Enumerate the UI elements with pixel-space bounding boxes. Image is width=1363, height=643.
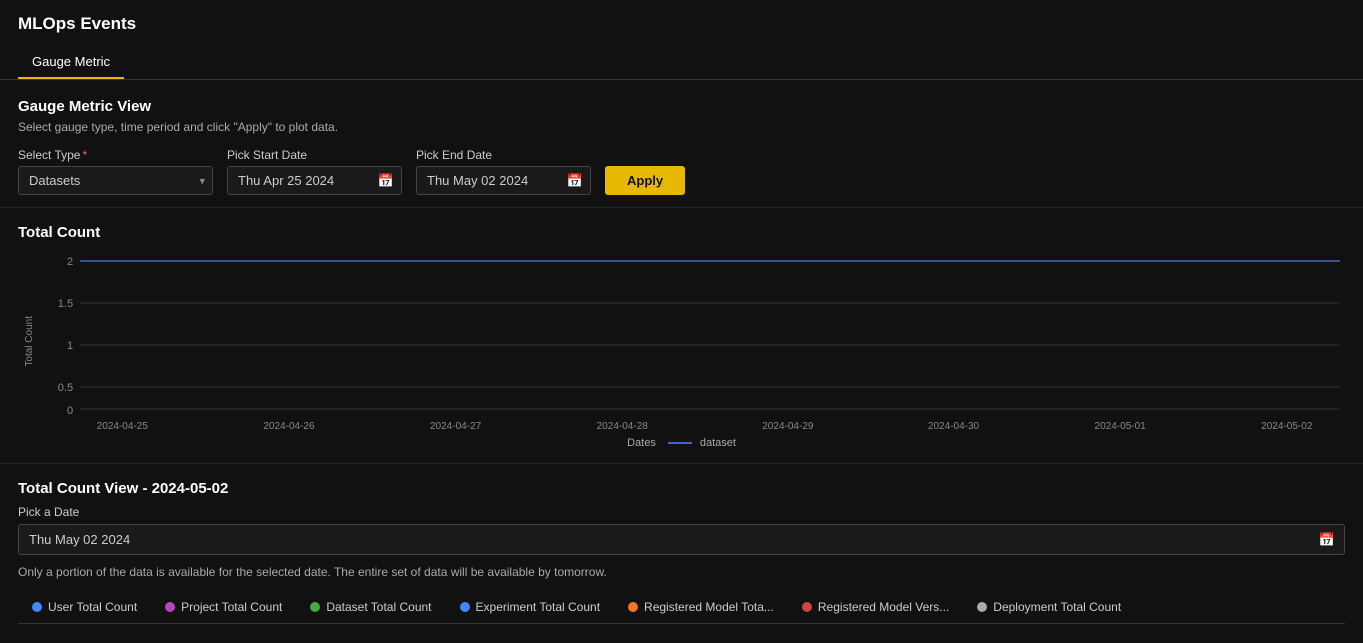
chart-legend: Dates dataset (18, 437, 1345, 449)
metric-tab-0[interactable]: User Total Count (18, 593, 151, 623)
svg-text:2024-04-29: 2024-04-29 (762, 421, 814, 431)
svg-text:0: 0 (67, 405, 73, 417)
metric-tab-dot-1 (165, 602, 175, 612)
start-date-label: Pick Start Date (227, 148, 402, 162)
type-select-wrapper: Datasets Models Experiments (18, 166, 213, 195)
metric-tabs: User Total Count Project Total Count Datas… (18, 593, 1345, 624)
metric-tab-dot-4 (628, 602, 638, 612)
start-date-group: Pick Start Date 📅 (227, 148, 402, 195)
metric-tab-2[interactable]: Dataset Total Count (296, 593, 445, 623)
metric-tab-label-2: Dataset Total Count (326, 600, 431, 614)
pick-date-label: Pick a Date (18, 505, 1345, 519)
info-text: Only a portion of the data is available … (18, 565, 1345, 579)
gauge-section-title: Gauge Metric View (18, 98, 1345, 115)
controls-row: Select Type* Datasets Models Experiments… (18, 148, 1345, 195)
metric-tab-6[interactable]: Deployment Total Count (963, 593, 1135, 623)
header: MLOps Events Gauge Metric (0, 0, 1363, 80)
metric-tab-5[interactable]: Registered Model Vers... (788, 593, 963, 623)
metric-tab-label-4: Registered Model Tota... (644, 600, 774, 614)
metric-tab-3[interactable]: Experiment Total Count (446, 593, 615, 623)
total-count-title: Total Count View - 2024-05-02 (18, 480, 1345, 497)
required-marker: * (82, 148, 87, 162)
metric-tab-label-6: Deployment Total Count (993, 600, 1121, 614)
gauge-section-desc: Select gauge type, time period and click… (18, 120, 1345, 134)
svg-text:2024-04-25: 2024-04-25 (97, 421, 149, 431)
pick-date-input[interactable] (18, 524, 1345, 555)
metric-tab-4[interactable]: Registered Model Tota... (614, 593, 788, 623)
svg-text:1.5: 1.5 (58, 298, 73, 310)
svg-text:2024-05-01: 2024-05-01 (1095, 421, 1147, 431)
metric-tab-dot-5 (802, 602, 812, 612)
svg-text:0.5: 0.5 (58, 382, 73, 394)
page-title: MLOps Events (18, 14, 1345, 34)
type-select[interactable]: Datasets Models Experiments (18, 166, 213, 195)
metric-tab-label-1: Project Total Count (181, 600, 282, 614)
svg-text:2024-05-02: 2024-05-02 (1261, 421, 1313, 431)
tab-bar: Gauge Metric (18, 46, 1345, 79)
svg-text:2024-04-26: 2024-04-26 (263, 421, 315, 431)
select-type-group: Select Type* Datasets Models Experiments (18, 148, 213, 195)
metric-tab-dot-0 (32, 602, 42, 612)
end-date-label: Pick End Date (416, 148, 591, 162)
apply-button[interactable]: Apply (605, 166, 685, 195)
start-date-calendar-icon[interactable]: 📅 (378, 173, 394, 189)
select-type-label: Select Type* (18, 148, 213, 162)
chart-section: Total Count Total Count 2 1.5 1 0.5 0 (0, 208, 1363, 464)
chart-svg: 2 1.5 1 0.5 0 2024-04-25 2024-04-26 2024… (40, 251, 1345, 431)
metric-tab-dot-3 (460, 602, 470, 612)
start-date-input[interactable] (227, 166, 402, 195)
svg-text:1: 1 (67, 340, 73, 352)
end-date-group: Pick End Date 📅 (416, 148, 591, 195)
y-axis-label: Total Count (24, 316, 35, 367)
end-date-input[interactable] (416, 166, 591, 195)
total-count-section: Total Count View - 2024-05-02 Pick a Dat… (0, 464, 1363, 636)
legend-dataset-label: dataset (700, 437, 736, 449)
legend-dates-label: Dates (627, 437, 656, 449)
gauge-metric-section: Gauge Metric View Select gauge type, tim… (0, 80, 1363, 208)
chart-title: Total Count (18, 224, 1345, 241)
end-date-calendar-icon[interactable]: 📅 (567, 173, 583, 189)
metric-tab-label-3: Experiment Total Count (476, 600, 601, 614)
pick-date-calendar-icon[interactable]: 📅 (1319, 532, 1335, 548)
legend-line (668, 442, 692, 444)
svg-text:2024-04-30: 2024-04-30 (928, 421, 980, 431)
svg-text:2: 2 (67, 256, 73, 268)
metric-tab-dot-6 (977, 602, 987, 612)
svg-text:2024-04-27: 2024-04-27 (430, 421, 482, 431)
tab-gauge-metric[interactable]: Gauge Metric (18, 46, 124, 79)
svg-text:2024-04-28: 2024-04-28 (597, 421, 649, 431)
metric-tab-label-0: User Total Count (48, 600, 137, 614)
metric-tab-label-5: Registered Model Vers... (818, 600, 949, 614)
pick-date-wrap: 📅 (18, 524, 1345, 555)
metric-tab-1[interactable]: Project Total Count (151, 593, 296, 623)
start-date-wrap: 📅 (227, 166, 402, 195)
metric-tab-dot-2 (310, 602, 320, 612)
end-date-wrap: 📅 (416, 166, 591, 195)
